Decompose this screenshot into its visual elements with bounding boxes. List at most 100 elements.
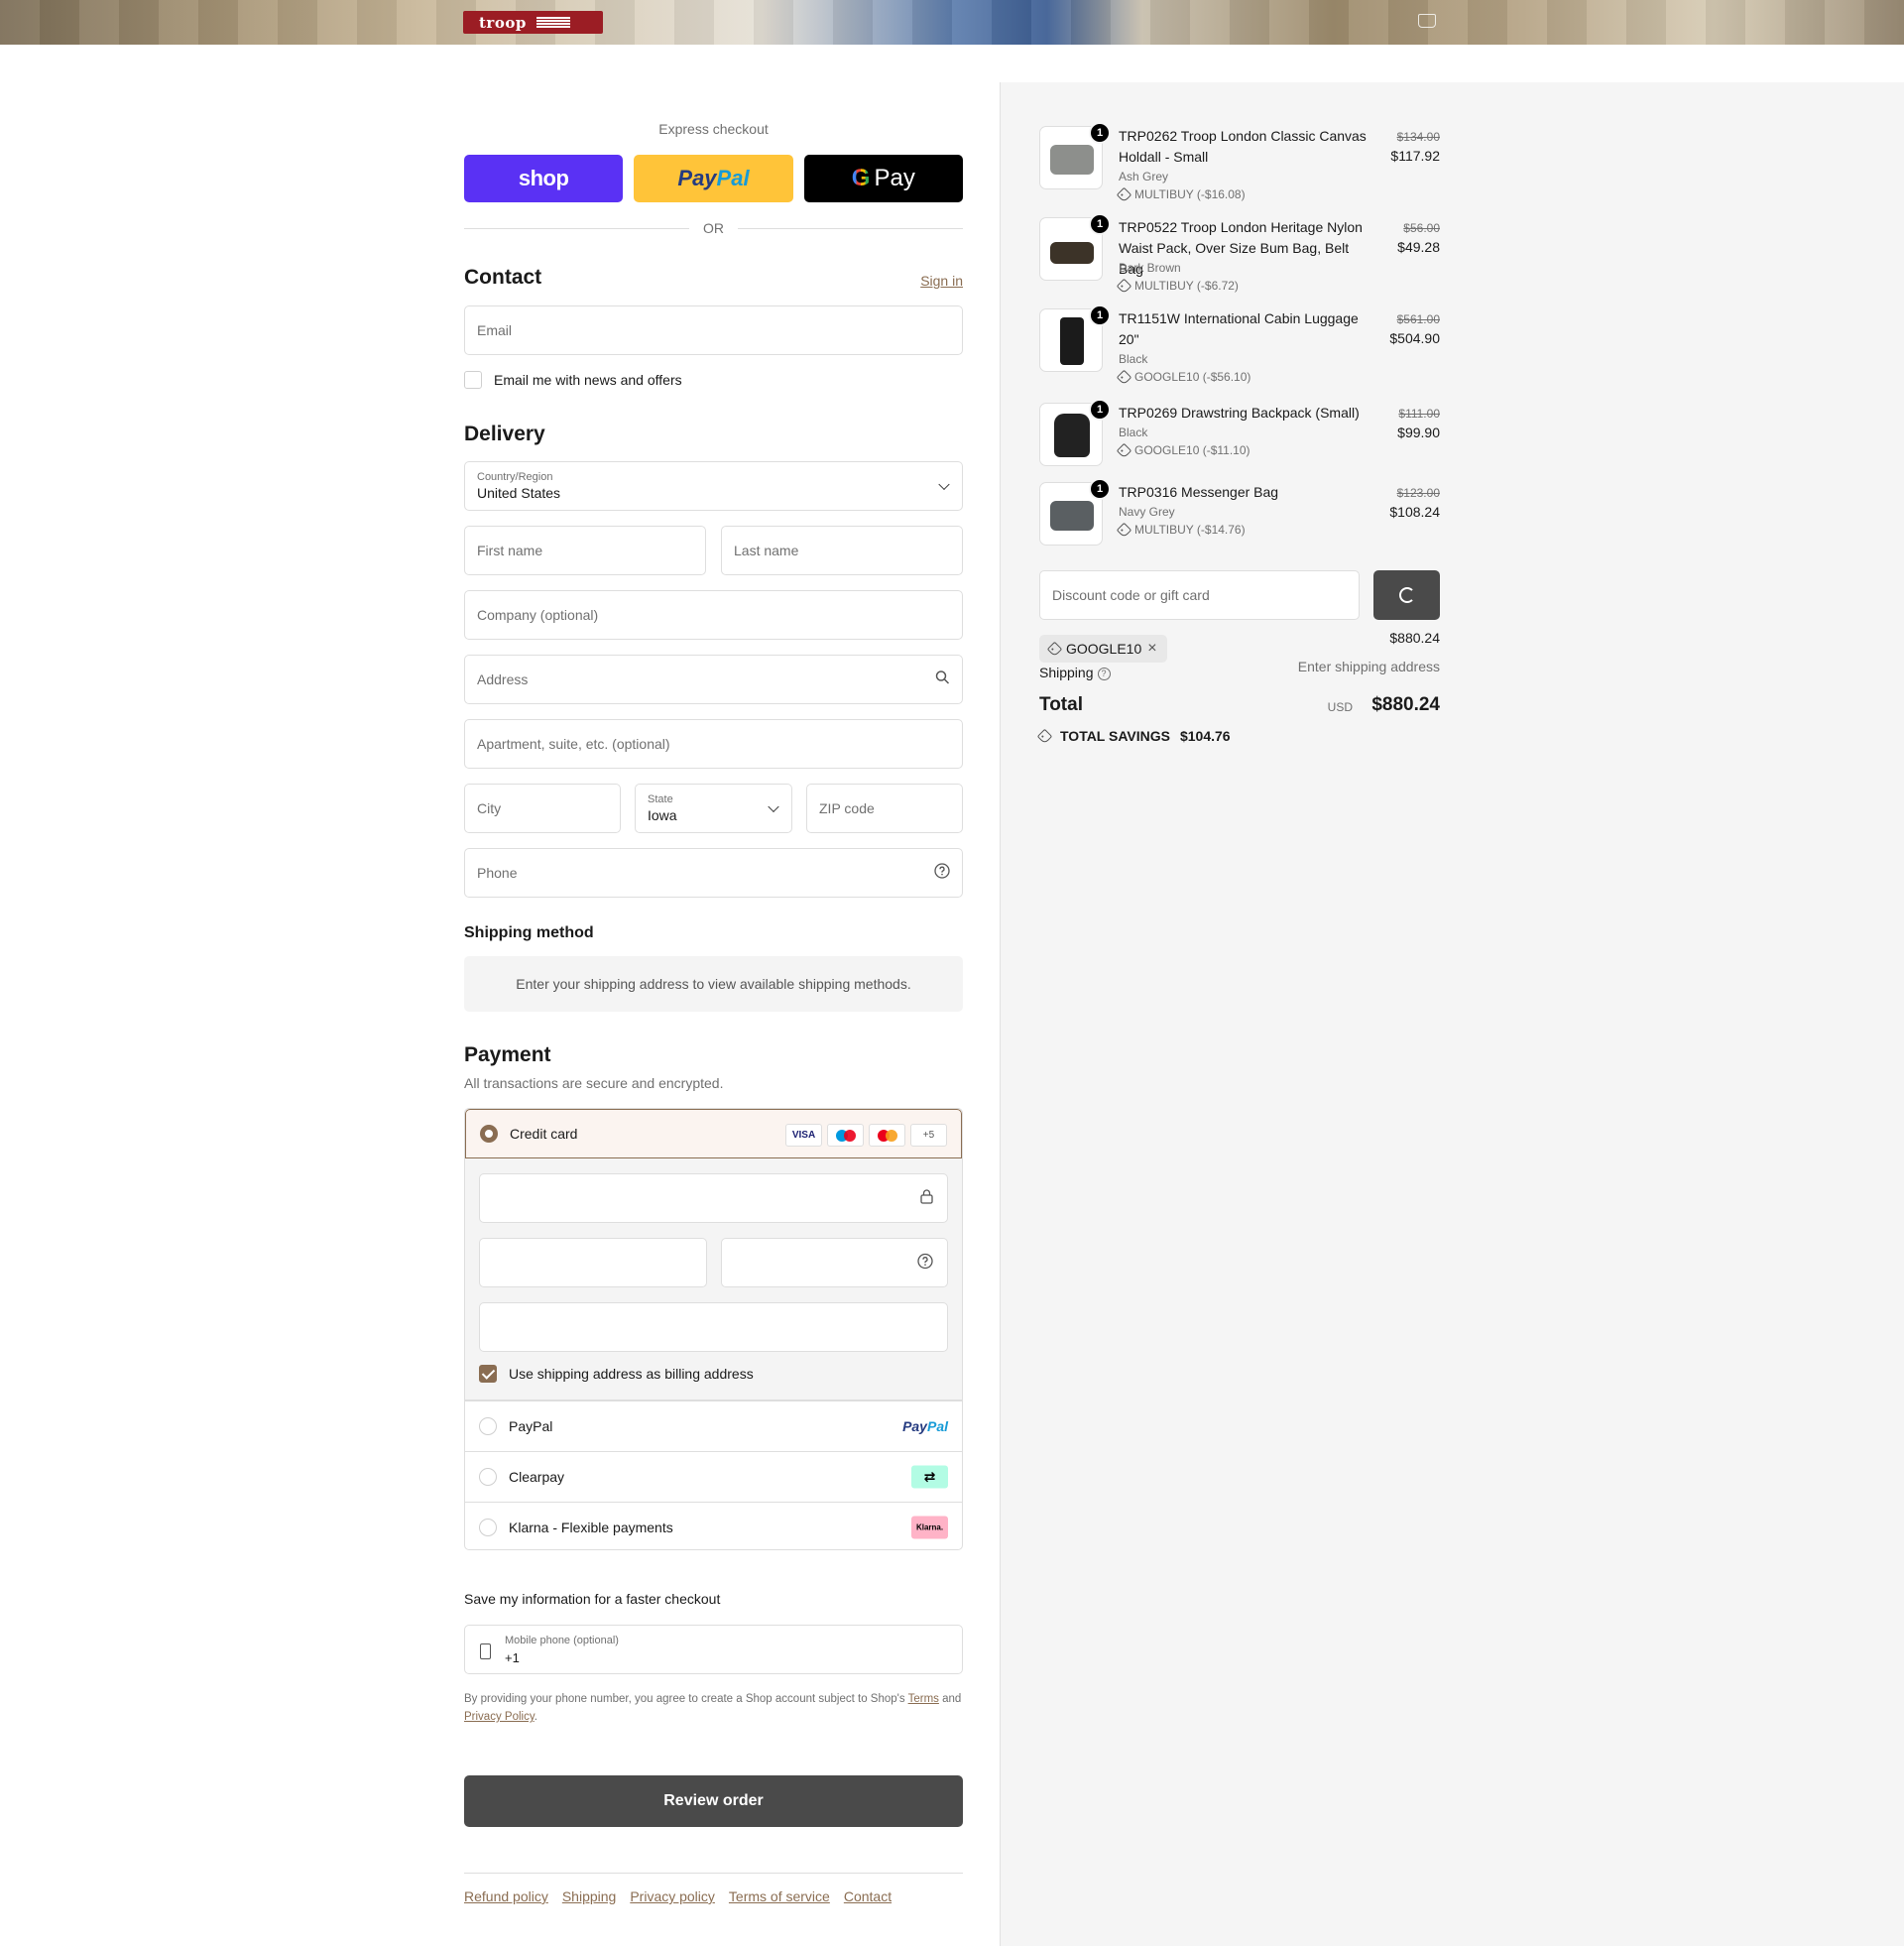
product-price: $99.90 <box>1397 425 1440 440</box>
paypal-radio[interactable] <box>479 1417 497 1435</box>
or-divider: OR <box>464 220 963 236</box>
tag-icon <box>1046 641 1063 657</box>
troop-logo[interactable]: troop <box>463 11 603 34</box>
address-field[interactable]: Address <box>464 655 963 704</box>
discount-label: MULTIBUY (-$6.72) <box>1134 279 1239 293</box>
paypal-option[interactable]: PayPal PayPal <box>465 1400 962 1451</box>
billing-checkbox[interactable] <box>479 1365 497 1383</box>
country-select[interactable]: Country/Region United States <box>464 461 963 511</box>
card-number-input[interactable] <box>479 1173 948 1223</box>
card-details-panel: Use shipping address as billing address <box>465 1158 962 1400</box>
name-on-card-input[interactable] <box>479 1302 948 1352</box>
email-field[interactable]: Email <box>464 305 963 355</box>
original-price: $561.00 <box>1396 312 1440 326</box>
billing-checkbox-row[interactable]: Use shipping address as billing address <box>479 1365 754 1383</box>
google-pay-button[interactable]: G Pay <box>803 155 963 202</box>
klarna-radio[interactable] <box>479 1519 497 1536</box>
security-code-input[interactable] <box>721 1238 948 1287</box>
product-name: TRP0262 Troop London Classic Canvas Hold… <box>1119 128 1367 165</box>
discount-label: MULTIBUY (-$16.08) <box>1134 187 1246 201</box>
product-discount: GOOGLE10 (-$56.10) <box>1116 369 1250 385</box>
quantity-badge: 1 <box>1089 213 1111 235</box>
total-savings: TOTAL SAVINGS $104.76 <box>1036 728 1231 744</box>
quantity-badge: 1 <box>1089 304 1111 326</box>
help-icon[interactable] <box>917 1253 933 1273</box>
contact-link[interactable]: Contact <box>844 1888 892 1904</box>
paypal-button[interactable]: Pay Pal <box>634 155 793 202</box>
clearpay-radio[interactable] <box>479 1468 497 1486</box>
product-price: $108.24 <box>1389 504 1440 520</box>
payment-title: Payment <box>464 1043 551 1066</box>
help-icon[interactable]: ? <box>1097 667 1111 680</box>
credit-card-option[interactable]: Credit card VISA +5 <box>465 1109 962 1158</box>
applied-code-chip: GOOGLE10 × <box>1039 635 1167 663</box>
mobile-phone-field[interactable]: Mobile phone (optional) +1 <box>464 1625 963 1674</box>
mobile-phone-label: Mobile phone (optional) <box>505 1635 619 1646</box>
product-price: $504.90 <box>1389 330 1440 346</box>
privacy-policy-link[interactable]: Privacy Policy <box>464 1711 535 1723</box>
apply-discount-button[interactable] <box>1373 570 1440 620</box>
company-field[interactable]: Company (optional) <box>464 590 963 640</box>
subtotal-value: $880.24 <box>1389 630 1440 646</box>
product-variant: Black <box>1119 352 1148 366</box>
quantity-badge: 1 <box>1089 122 1111 144</box>
clearpay-option-label: Clearpay <box>509 1469 565 1485</box>
quantity-badge: 1 <box>1089 478 1111 500</box>
save-info-title: Save my information for a faster checkou… <box>464 1591 721 1607</box>
remove-code-icon[interactable]: × <box>1147 640 1156 658</box>
news-label: Email me with news and offers <box>494 372 682 388</box>
first-name-field[interactable]: First name <box>464 526 706 575</box>
currency-label: USD <box>1327 700 1353 714</box>
zip-field[interactable]: ZIP code <box>806 784 963 833</box>
credit-card-radio[interactable] <box>480 1125 498 1143</box>
product-discount: GOOGLE10 (-$11.10) <box>1116 442 1250 458</box>
product-price: $49.28 <box>1397 239 1440 255</box>
footer-divider <box>464 1873 963 1874</box>
original-price: $111.00 <box>1398 407 1440 421</box>
loading-spinner-icon <box>1399 587 1415 603</box>
klarna-option[interactable]: Klarna - Flexible payments Klarna. <box>465 1502 962 1549</box>
state-value: Iowa <box>648 806 677 823</box>
state-select[interactable]: State Iowa <box>635 784 792 833</box>
help-icon[interactable] <box>934 863 950 883</box>
tag-icon <box>1116 186 1132 202</box>
search-icon <box>935 670 950 689</box>
tag-icon <box>1116 442 1132 458</box>
news-checkbox-row[interactable]: Email me with news and offers <box>464 371 682 389</box>
lock-icon <box>920 1189 933 1207</box>
privacy-policy-footer-link[interactable]: Privacy policy <box>630 1888 715 1904</box>
country-label: Country/Region <box>477 470 553 483</box>
sign-in-link[interactable]: Sign in <box>920 273 963 289</box>
news-checkbox[interactable] <box>464 371 482 389</box>
mobile-phone-value: +1 <box>505 1650 520 1665</box>
tag-icon <box>1116 522 1132 538</box>
discount-code-input[interactable]: Discount code or gift card <box>1039 570 1360 620</box>
more-brands-badge: +5 <box>910 1124 947 1147</box>
klarna-option-label: Klarna - Flexible payments <box>509 1520 673 1535</box>
apartment-field[interactable]: Apartment, suite, etc. (optional) <box>464 719 963 769</box>
tag-icon <box>1116 278 1132 294</box>
original-price: $134.00 <box>1396 130 1440 144</box>
last-name-field[interactable]: Last name <box>721 526 963 575</box>
paypal-label-1: Pay <box>677 166 717 190</box>
payment-subtitle: All transactions are secure and encrypte… <box>464 1075 724 1091</box>
phone-field[interactable]: Phone <box>464 848 963 898</box>
terms-link[interactable]: Terms <box>908 1693 939 1705</box>
credit-card-label: Credit card <box>510 1126 578 1142</box>
header-banner: troop <box>0 0 1904 45</box>
product-discount: MULTIBUY (-$6.72) <box>1116 278 1239 294</box>
legal-text-3: . <box>534 1711 537 1723</box>
refund-policy-link[interactable]: Refund policy <box>464 1888 548 1904</box>
expiry-input[interactable] <box>479 1238 707 1287</box>
billing-label: Use shipping address as billing address <box>509 1366 754 1382</box>
visa-icon: VISA <box>785 1124 822 1147</box>
terms-of-service-link[interactable]: Terms of service <box>729 1888 830 1904</box>
shop-pay-button[interactable]: shop <box>464 155 624 202</box>
shipping-policy-link[interactable]: Shipping <box>562 1888 617 1904</box>
review-order-button[interactable]: Review order <box>464 1775 963 1827</box>
product-variant: Ash Grey <box>1119 170 1169 183</box>
cart-icon[interactable] <box>1418 14 1436 28</box>
clearpay-option[interactable]: Clearpay ⇄ <box>465 1451 962 1502</box>
clearpay-logo-icon: ⇄ <box>911 1465 948 1489</box>
city-field[interactable]: City <box>464 784 621 833</box>
